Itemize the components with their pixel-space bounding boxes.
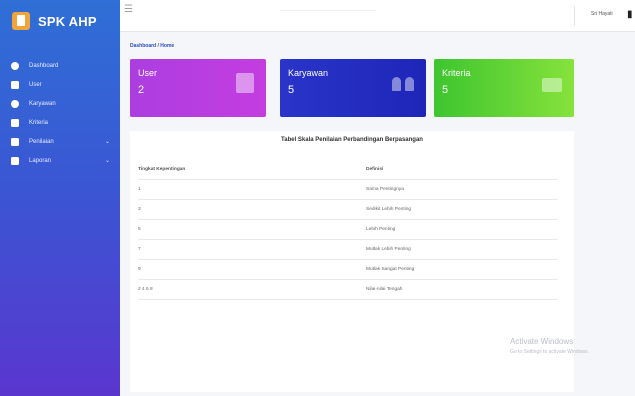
topbar-search-bar[interactable] — [280, 10, 376, 11]
activate-windows-watermark: Activate Windows Go to Settings to activ… — [510, 337, 589, 355]
id-badge-icon — [236, 73, 254, 93]
stat-card-karyawan[interactable]: Karyawan 5 — [280, 59, 426, 117]
breadcrumb: Dashboard / Home — [130, 43, 175, 49]
topbar-divider — [574, 6, 575, 26]
hamburger-menu-icon[interactable]: ☰ — [124, 4, 133, 15]
table-cell: Mutlak Sangat Penting — [366, 267, 415, 272]
table-cell: Sama Pentingnya — [366, 187, 404, 192]
table-cell: 9 — [138, 267, 141, 272]
table-row: 7 Mutlak Lebih Penting — [138, 240, 558, 260]
sidebar-item-penilaian[interactable]: Penilaian ⌄ — [0, 132, 120, 151]
table-row: 3 Sedikit Lebih Penting — [138, 200, 558, 220]
sidebar: SPK AHP Dashboard User Karyawan Kriteria… — [0, 0, 120, 396]
table-row: 1 Sama Pentingnya — [138, 180, 558, 200]
table-icon — [11, 137, 19, 146]
chevron-down-icon: ⌄ — [104, 158, 110, 164]
watermark-title: Activate Windows — [510, 337, 574, 346]
sidebar-item-label: User — [29, 81, 42, 88]
sidebar-item-label: Kriteria — [29, 119, 49, 126]
sidebar-item-label: Karyawan — [29, 100, 56, 107]
brand[interactable]: SPK AHP — [0, 0, 120, 42]
table-cell: Nilai-nilai Tengah — [366, 287, 403, 292]
scale-table: Tingkat Kepentingan Definisi 1 Sama Pent… — [138, 160, 558, 300]
table-cell: 1 — [138, 187, 141, 192]
table-cell: Sedikit Lebih Penting — [366, 207, 412, 212]
table-cell: Lebih Penting — [366, 227, 396, 232]
sidebar-item-label: Dashboard — [29, 62, 59, 69]
chevron-down-icon: ⌄ — [104, 139, 110, 145]
table-cell: 3 — [138, 207, 141, 212]
envelope-icon — [542, 78, 562, 92]
book-icon[interactable]: ▮ — [627, 9, 633, 20]
table-row: 9 Mutlak Sangat Penting — [138, 260, 558, 280]
scale-table-panel: Tabel Skala Penilaian Perbandingan Berpa… — [130, 131, 574, 392]
stat-card-kriteria[interactable]: Kriteria 5 — [434, 59, 574, 117]
sidebar-item-label: Penilaian — [29, 138, 54, 145]
sidebar-nav: Dashboard User Karyawan Kriteria Penilai… — [0, 56, 120, 170]
sidebar-item-label: Laporan — [29, 157, 52, 164]
table-cell: 2 4 6 8 — [138, 287, 153, 292]
topbar: ☰ Sri Hayati ▮ — [120, 0, 635, 32]
user-name[interactable]: Sri Hayati — [591, 11, 613, 17]
users-icon — [392, 77, 414, 91]
panel-title: Tabel Skala Penilaian Perbandingan Berpa… — [281, 137, 423, 143]
table-header-row: Tingkat Kepentingan Definisi — [138, 160, 558, 180]
brand-name: SPK AHP — [38, 13, 97, 29]
stat-card-user[interactable]: User 2 — [130, 59, 266, 117]
dashboard-icon — [11, 61, 19, 70]
table-row: 2 4 6 8 Nilai-nilai Tengah — [138, 280, 558, 300]
user-icon — [11, 80, 19, 89]
table-row: 5 Lebih Penting — [138, 220, 558, 240]
table-header-cell: Tingkat Kepentingan — [138, 167, 186, 172]
document-icon — [11, 118, 19, 127]
table-header-cell: Definisi — [366, 167, 384, 172]
table-cell: 5 — [138, 227, 141, 232]
sidebar-item-laporan[interactable]: Laporan ⌄ — [0, 151, 120, 170]
table-cell: Mutlak Lebih Penting — [366, 247, 411, 252]
sidebar-item-karyawan[interactable]: Karyawan — [0, 94, 120, 113]
shield-icon — [11, 99, 19, 108]
table-cell: 7 — [138, 247, 141, 252]
report-icon — [11, 156, 19, 165]
sidebar-item-kriteria[interactable]: Kriteria — [0, 113, 120, 132]
stat-card-label: Kriteria — [442, 68, 471, 78]
brand-logo-icon — [12, 12, 30, 30]
watermark-subtitle: Go to Settings to activate Windows. — [510, 349, 589, 355]
sidebar-item-user[interactable]: User — [0, 75, 120, 94]
sidebar-item-dashboard[interactable]: Dashboard — [0, 56, 120, 75]
